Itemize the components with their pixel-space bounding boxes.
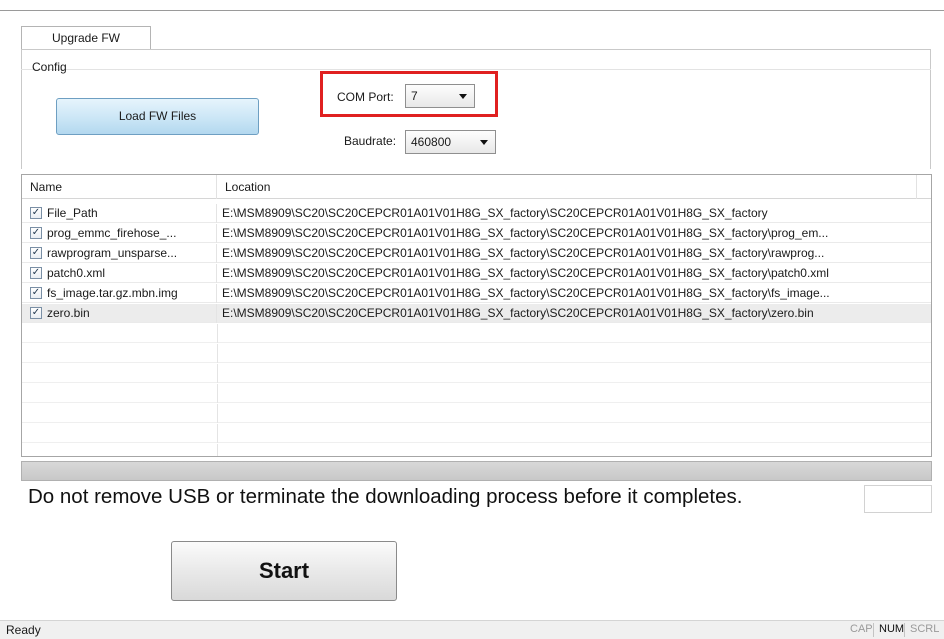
tab-upgrade-fw[interactable]: Upgrade FW <box>21 26 151 50</box>
download-progress-bar <box>21 461 932 481</box>
empty-table-row <box>22 364 931 383</box>
com-port-select[interactable]: 7 <box>405 84 475 108</box>
status-bar: Ready CAP NUM SCRL <box>0 620 944 639</box>
column-header-location[interactable]: Location <box>217 175 917 199</box>
table-row[interactable]: ✓ rawprogram_unsparse... E:\MSM8909\SC20… <box>22 244 931 263</box>
checkbox-checked-icon[interactable]: ✓ <box>30 267 42 279</box>
table-cell-name: ✓ prog_emmc_firehose_... <box>22 224 217 243</box>
empty-table-row <box>22 444 931 456</box>
table-cell-name: ✓ rawprogram_unsparse... <box>22 244 217 263</box>
file-name: rawprogram_unsparse... <box>47 246 178 260</box>
file-location: E:\MSM8909\SC20\SC20CEPCR01A01V01H8G_SX_… <box>222 246 825 260</box>
config-group-label: Config <box>32 60 67 74</box>
load-fw-files-button[interactable]: Load FW Files <box>56 98 259 135</box>
checkbox-checked-icon[interactable]: ✓ <box>30 287 42 299</box>
table-cell-name: ✓ zero.bin <box>22 304 217 323</box>
table-cell-name: ✓ patch0.xml <box>22 264 217 283</box>
file-location: E:\MSM8909\SC20\SC20CEPCR01A01V01H8G_SX_… <box>222 266 829 280</box>
empty-table-row <box>22 324 931 343</box>
table-cell-name: ✓ File_Path <box>22 204 217 223</box>
num-lock-indicator: NUM <box>879 623 905 635</box>
message-side-box <box>864 485 932 513</box>
file-name: fs_image.tar.gz.mbn.img <box>47 286 178 300</box>
empty-table-row <box>22 404 931 423</box>
empty-table-row <box>22 384 931 403</box>
checkbox-checked-icon[interactable]: ✓ <box>30 207 42 219</box>
file-location: E:\MSM8909\SC20\SC20CEPCR01A01V01H8G_SX_… <box>222 306 814 320</box>
baudrate-select[interactable]: 460800 <box>405 130 496 154</box>
file-location: E:\MSM8909\SC20\SC20CEPCR01A01V01H8G_SX_… <box>222 206 768 220</box>
checkbox-checked-icon[interactable]: ✓ <box>30 247 42 259</box>
baudrate-label: Baudrate: <box>344 134 397 148</box>
file-name: patch0.xml <box>47 266 106 280</box>
file-name: prog_emmc_firehose_... <box>47 226 177 240</box>
indicator-divider <box>873 623 874 637</box>
chevron-down-icon <box>480 140 488 145</box>
scroll-lock-indicator: SCRL <box>910 623 940 635</box>
checkbox-checked-icon[interactable]: ✓ <box>30 227 42 239</box>
file-name: zero.bin <box>47 306 90 320</box>
file-name: File_Path <box>47 206 98 220</box>
fw-files-table: Name Location ✓ File_Path E:\MSM8909\SC2… <box>21 174 932 457</box>
indicator-divider <box>904 623 905 637</box>
start-button[interactable]: Start <box>171 541 397 601</box>
config-group-divider <box>21 69 931 70</box>
cap-lock-indicator: CAP <box>850 623 873 635</box>
table-header: Name Location <box>22 175 931 199</box>
table-row[interactable]: ✓ fs_image.tar.gz.mbn.img E:\MSM8909\SC2… <box>22 284 931 303</box>
com-port-label: COM Port: <box>337 90 394 104</box>
checkbox-checked-icon[interactable]: ✓ <box>30 307 42 319</box>
table-cell-name: ✓ fs_image.tar.gz.mbn.img <box>22 284 217 303</box>
table-row[interactable]: ✓ patch0.xml E:\MSM8909\SC20\SC20CEPCR01… <box>22 264 931 283</box>
status-text: Ready <box>6 623 41 637</box>
column-header-name[interactable]: Name <box>22 175 217 199</box>
file-location: E:\MSM8909\SC20\SC20CEPCR01A01V01H8G_SX_… <box>222 226 829 240</box>
chevron-down-icon <box>459 94 467 99</box>
baudrate-value: 460800 <box>411 135 452 149</box>
table-row[interactable]: ✓ prog_emmc_firehose_... E:\MSM8909\SC20… <box>22 224 931 243</box>
warning-message: Do not remove USB or terminate the downl… <box>28 485 743 508</box>
file-location: E:\MSM8909\SC20\SC20CEPCR01A01V01H8G_SX_… <box>222 286 830 300</box>
table-row[interactable]: ✓ zero.bin E:\MSM8909\SC20\SC20CEPCR01A0… <box>22 304 931 323</box>
com-port-value: 7 <box>411 89 418 103</box>
empty-table-row <box>22 344 931 363</box>
table-row[interactable]: ✓ File_Path E:\MSM8909\SC20\SC20CEPCR01A… <box>22 204 931 223</box>
empty-table-row <box>22 424 931 443</box>
window-top-rule <box>0 10 944 11</box>
